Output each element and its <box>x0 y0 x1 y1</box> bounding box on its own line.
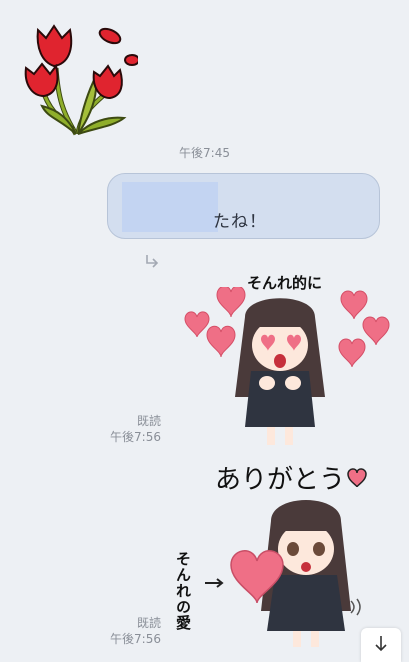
message-text: たね！ <box>213 212 267 232</box>
scroll-down-icon <box>375 636 387 652</box>
reply-arrow-button[interactable] <box>143 253 161 271</box>
sticker-girl-hearts-illustration <box>184 287 390 445</box>
character-sticker-thanks[interactable]: ありがとう そんれの愛 <box>165 455 400 650</box>
read-status: 既読 <box>136 616 161 630</box>
character-sticker-hearts[interactable]: そんれ的に <box>175 262 395 452</box>
scroll-down-button[interactable] <box>361 628 401 662</box>
sticker-girl-heart-illustration <box>205 500 361 647</box>
heart-icon <box>347 468 367 487</box>
read-status: 既読 <box>136 414 161 428</box>
redacted-text-block <box>122 182 218 232</box>
tulip-sticker[interactable] <box>18 18 140 143</box>
sticker-timestamp: 午後7:56 <box>110 632 161 646</box>
message-timestamp: 午後7:45 <box>179 146 230 160</box>
reply-arrow-icon <box>146 255 159 268</box>
tulip-sticker-icon <box>24 24 140 136</box>
sticker-caption-side: そんれの愛 <box>174 551 192 631</box>
sticker-timestamp: 午後7:56 <box>110 430 161 444</box>
outgoing-message-bubble[interactable]: たね！ <box>107 173 380 239</box>
